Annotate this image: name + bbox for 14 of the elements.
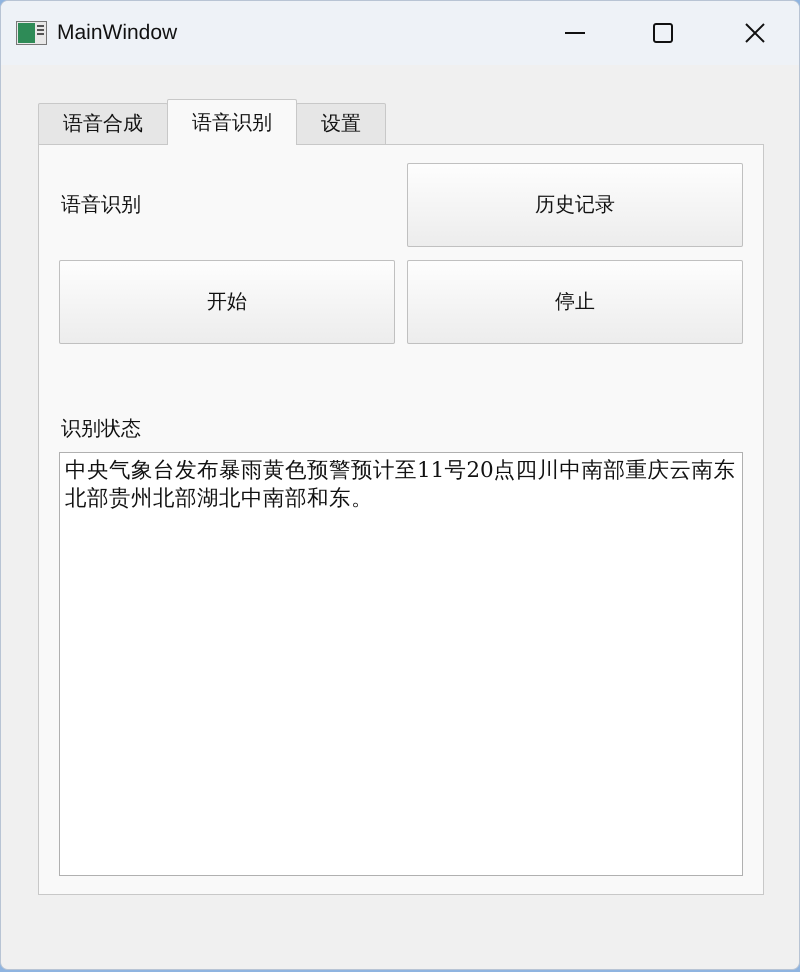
history-button[interactable]: 历史记录 [407,163,743,247]
tab[interactable]: 语音合成 [38,103,168,145]
minimize-icon [565,32,585,34]
stop-button[interactable]: 停止 [407,260,743,344]
start-button[interactable]: 开始 [59,260,395,344]
close-icon [745,23,765,43]
status-text-field[interactable]: 中央气象台发布暴雨黄色预警预计至11号20点四川中南部重庆云南东北部贵州北部湖北中南部和东。 [59,452,743,876]
window-title: MainWindow [57,20,178,46]
status-label: 识别状态 [61,418,141,440]
app-icon [16,21,47,45]
tab[interactable]: 设置 [296,103,386,145]
maximize-icon [653,23,673,43]
tab[interactable]: 语音识别 [167,99,297,145]
section-label: 语音识别 [60,193,141,218]
